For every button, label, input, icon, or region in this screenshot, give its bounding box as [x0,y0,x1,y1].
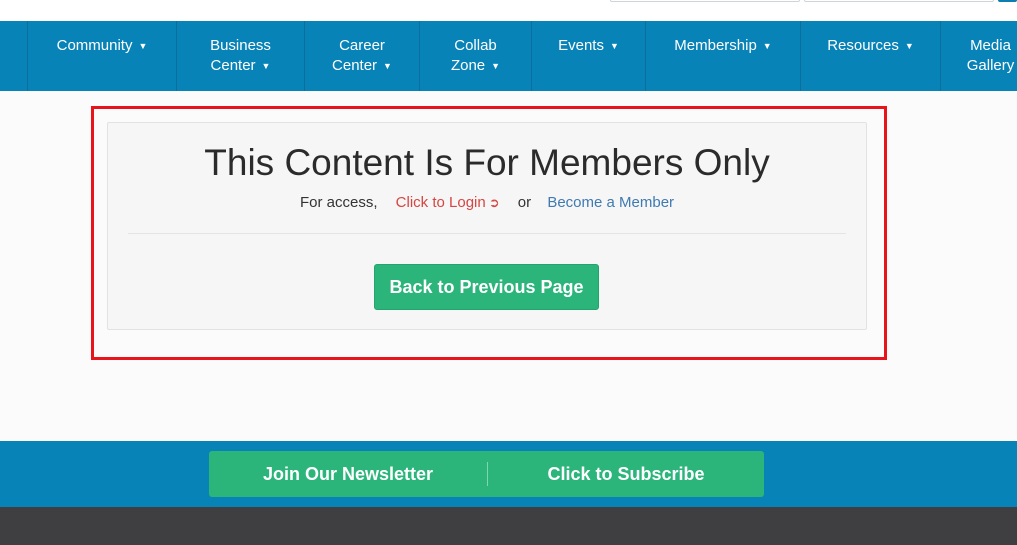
nav-label: Media [970,37,1011,54]
nav-label: Zone [450,57,486,74]
nav-label: Membership [674,37,757,54]
newsletter-label: Join Our Newsletter [262,464,434,484]
main-navigation: Community ▼ Business Center ▼ Career Cente… [0,21,1017,91]
top-utility-strip [0,0,1017,21]
members-only-panel: This Content Is For Members Only For acc… [107,122,867,330]
subscribe-button[interactable]: Click to Subscribe [488,451,764,497]
nav-label: Career [339,37,385,54]
nav-label: Business [210,37,271,54]
top-search-button[interactable] [998,0,1017,2]
caret-down-icon: ▼ [762,41,772,51]
nav-item-media-gallery[interactable]: Media Gallery [940,21,1017,91]
login-link[interactable]: Click to Login ➲ [396,194,500,211]
newsletter-band: Join Our Newsletter Click to Subscribe [0,441,1017,507]
access-line: For access, Click to Login ➲ or Become a … [108,193,866,213]
become-member-link[interactable]: Become a Member [547,194,674,211]
newsletter-bar: Join Our Newsletter Click to Subscribe [209,451,764,497]
caret-down-icon: ▼ [261,61,271,71]
panel-divider [128,233,846,234]
caret-down-icon: ▼ [491,61,501,71]
nav-item-events[interactable]: Events ▼ [531,21,645,91]
nav-label: Resources [827,37,899,54]
top-search-input[interactable] [610,0,800,2]
caret-down-icon: ▼ [904,41,914,51]
back-to-previous-page-button[interactable]: Back to Previous Page [374,264,599,310]
nav-item-career-center[interactable]: Career Center ▼ [304,21,419,91]
caret-down-icon: ▼ [609,41,619,51]
nav-label: Events [558,37,604,54]
caret-down-icon: ▼ [138,41,148,51]
nav-label: Center [332,57,378,74]
nav-item-resources[interactable]: Resources ▼ [800,21,940,91]
or-label: or [517,194,532,211]
access-prefix: For access, [299,194,378,211]
caret-down-icon: ▼ [383,61,392,71]
footer [0,507,1017,545]
nav-item-collab-zone[interactable]: Collab Zone ▼ [419,21,531,91]
login-icon: ➲ [488,195,500,210]
nav-label: Community [56,37,133,54]
nav-item-business-center[interactable]: Business Center ▼ [176,21,304,91]
nav-label: Gallery [966,57,1015,74]
login-link-label: Click to Login [395,194,486,211]
nav-item-community[interactable]: Community ▼ [27,21,176,91]
top-secondary-input[interactable] [804,0,994,2]
nav-item-membership[interactable]: Membership ▼ [645,21,800,91]
nav-label: Collab [454,37,497,54]
nav-label: Center [210,57,256,74]
page-title: This Content Is For Members Only [204,142,770,183]
